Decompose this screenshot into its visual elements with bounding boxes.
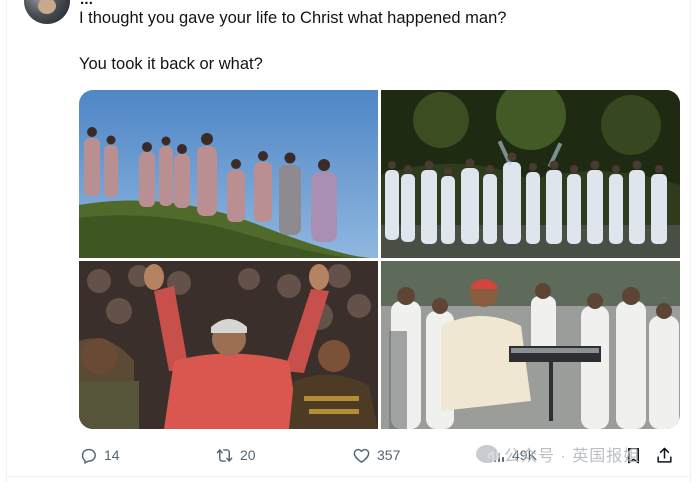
- share-button[interactable]: [655, 441, 674, 469]
- wechat-logo-icon: [476, 445, 500, 463]
- reply-count: 14: [104, 447, 120, 463]
- media-photo-1[interactable]: [79, 90, 378, 258]
- reply-icon: [81, 448, 96, 464]
- photo-choir-white-outdoor-icon: [381, 90, 680, 258]
- tweet-line-2: You took it back or what?: [79, 55, 263, 73]
- avatar-face: [38, 0, 56, 14]
- reply-button[interactable]: 14: [79, 441, 120, 469]
- like-button[interactable]: 357: [352, 441, 400, 469]
- media-photo-2[interactable]: [381, 90, 680, 258]
- card-border: [690, 0, 691, 482]
- media-photo-4[interactable]: [381, 261, 680, 429]
- avatar[interactable]: [24, 0, 70, 24]
- photo-crowd-hands-raised-icon: [79, 261, 378, 429]
- tweet-text: I thought you gave your life to Christ w…: [79, 8, 679, 74]
- watermark-text: 公众号 · 英国报姐: [504, 448, 641, 465]
- heart-icon: [353, 448, 370, 463]
- share-icon: [657, 447, 672, 463]
- like-count: 357: [377, 447, 401, 463]
- media-grid: [79, 90, 680, 429]
- media-photo-3[interactable]: [79, 261, 378, 429]
- card-border: [6, 476, 691, 477]
- retweet-button[interactable]: 20: [215, 441, 256, 469]
- photo-choir-hillside-icon: [79, 90, 378, 258]
- photo-performer-keyboard-icon: [381, 261, 680, 429]
- author-name-partial[interactable]: ...: [80, 0, 93, 8]
- tweet-line-1: I thought you gave your life to Christ w…: [79, 9, 507, 27]
- retweet-count: 20: [240, 447, 256, 463]
- watermark: 公众号 · 英国报姐: [476, 442, 640, 466]
- card-border: [6, 0, 7, 482]
- retweet-icon: [216, 448, 233, 462]
- tweet-card: ... I thought you gave your life to Chri…: [0, 0, 696, 482]
